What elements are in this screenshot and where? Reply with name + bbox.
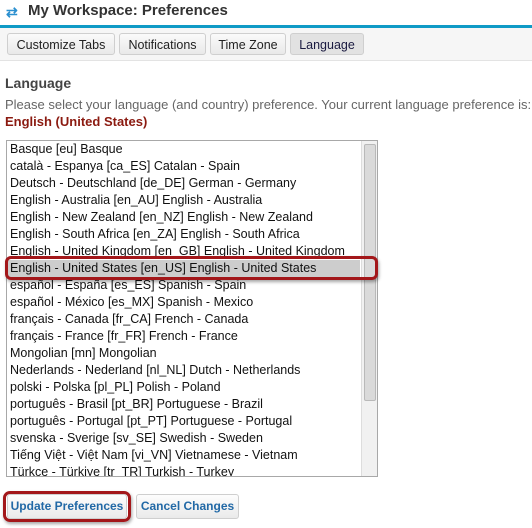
current-language-value: English (United States) — [5, 114, 148, 129]
language-option[interactable]: Tiếng Việt - Việt Nam [vi_VN] Vietnamese… — [10, 447, 360, 464]
language-option[interactable]: português - Brasil [pt_BR] Portuguese - … — [10, 396, 360, 413]
section-description: Please select your language (and country… — [5, 97, 532, 112]
refresh-arrows-icon[interactable]: ⇄ — [6, 4, 20, 20]
language-option[interactable]: français - Canada [fr_CA] French - Canad… — [10, 311, 360, 328]
tab-notifications[interactable]: Notifications — [119, 33, 206, 55]
language-option[interactable]: français - France [fr_FR] French - Franc… — [10, 328, 360, 345]
language-option-selected[interactable]: English - United States [en_US] English … — [7, 260, 360, 277]
language-option[interactable]: Basque [eu] Basque — [10, 141, 360, 158]
language-option[interactable]: Türkçe - Türkiye [tr_TR] Turkish - Turke… — [10, 464, 360, 476]
language-option[interactable]: English - South Africa [en_ZA] English -… — [10, 226, 360, 243]
tab-language[interactable]: Language — [290, 33, 364, 55]
tab-bar: Customize Tabs Notifications Time Zone L… — [0, 28, 532, 61]
tab-customize-tabs[interactable]: Customize Tabs — [7, 33, 115, 55]
tab-time-zone[interactable]: Time Zone — [210, 33, 286, 55]
language-option[interactable]: català - Espanya [ca_ES] Catalan - Spain — [10, 158, 360, 175]
scrollbar-thumb[interactable] — [364, 144, 376, 401]
language-option[interactable]: Deutsch - Deutschland [de_DE] German - G… — [10, 175, 360, 192]
language-option[interactable]: polski - Polska [pl_PL] Polish - Poland — [10, 379, 360, 396]
language-option[interactable]: español - México [es_MX] Spanish - Mexic… — [10, 294, 360, 311]
language-option[interactable]: English - United Kingdom [en_GB] English… — [10, 243, 360, 260]
section-heading: Language — [5, 75, 72, 91]
page-title: My Workspace: Preferences — [28, 2, 228, 19]
language-option[interactable]: English - Australia [en_AU] English - Au… — [10, 192, 360, 209]
language-option[interactable]: Nederlands - Nederland [nl_NL] Dutch - N… — [10, 362, 360, 379]
title-bar: ⇄ My Workspace: Preferences — [0, 0, 532, 28]
update-preferences-button[interactable]: Update Preferences — [7, 494, 127, 519]
language-option[interactable]: português - Portugal [pt_PT] Portuguese … — [10, 413, 360, 430]
scrollbar[interactable] — [361, 141, 377, 476]
language-listbox[interactable]: Basque [eu] Basque català - Espanya [ca_E… — [6, 140, 378, 477]
language-option[interactable]: English - New Zealand [en_NZ] English - … — [10, 209, 360, 226]
language-option[interactable]: Mongolian [mn] Mongolian — [10, 345, 360, 362]
language-option[interactable]: español - España [es_ES] Spanish - Spain — [10, 277, 360, 294]
cancel-changes-button[interactable]: Cancel Changes — [136, 494, 239, 519]
language-option[interactable]: svenska - Sverige [sv_SE] Swedish - Swed… — [10, 430, 360, 447]
